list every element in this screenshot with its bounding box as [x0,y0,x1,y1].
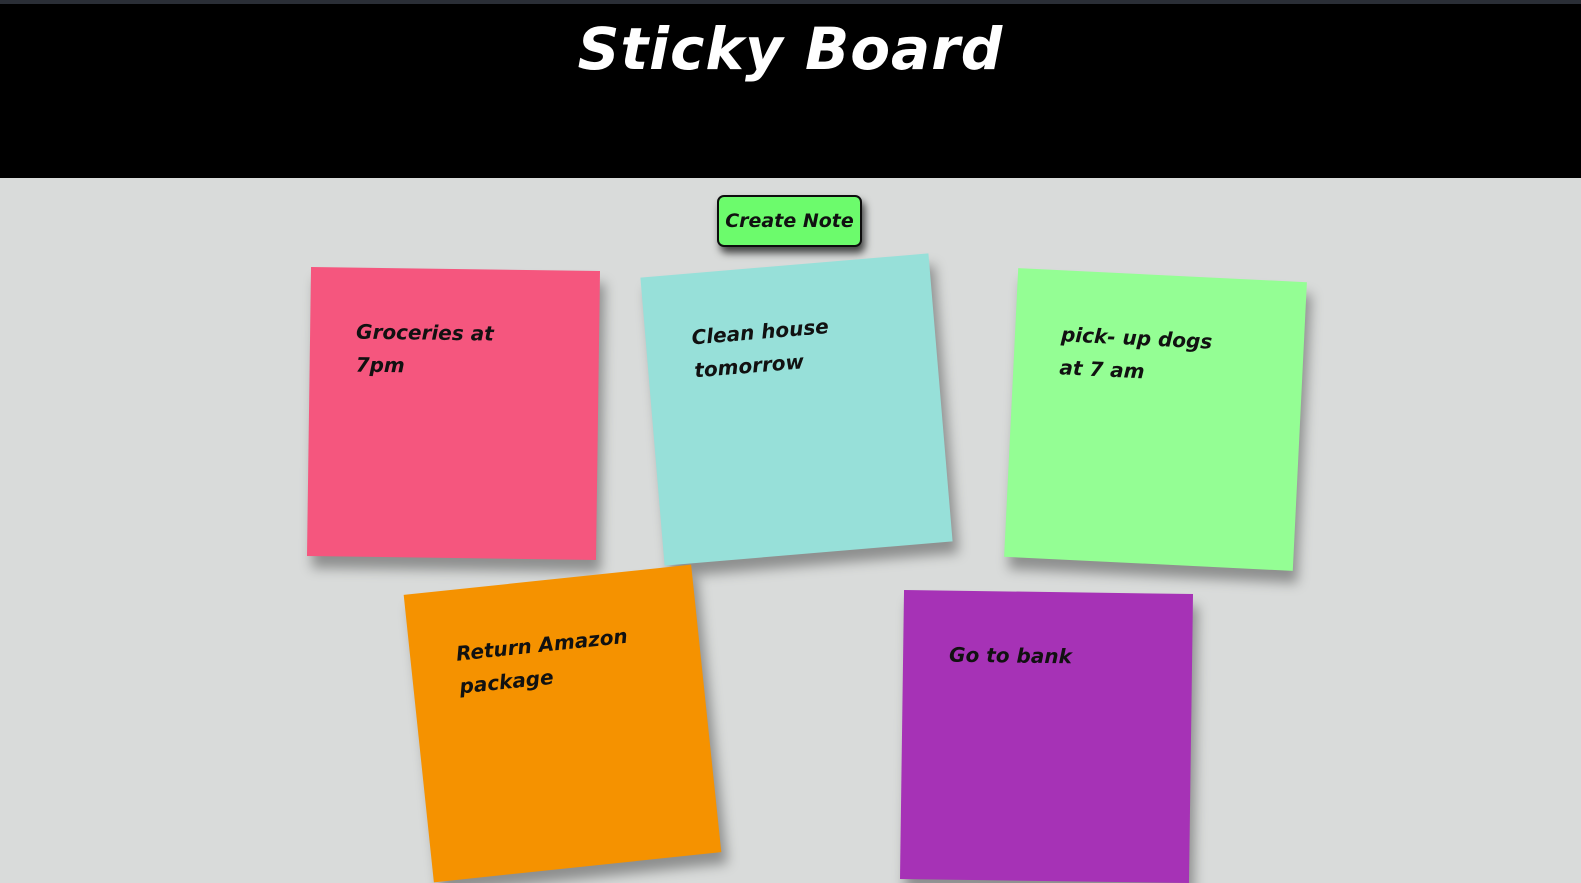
sticky-note[interactable]: Go to bank [899,589,1194,883]
sticky-note-text[interactable]: Groceries at 7pm [355,316,536,385]
create-note-button[interactable]: Create Note [717,195,862,247]
page-header: Sticky Board [0,4,1581,178]
page-title: Sticky Board [577,15,1004,83]
sticky-note-text[interactable]: pick- up dogs at 7 am [1059,318,1242,393]
sticky-note[interactable]: Clean house tomorrow [640,253,953,566]
sticky-note-text[interactable]: Return Amazon package [454,619,640,703]
sticky-note[interactable]: Groceries at 7pm [306,266,601,561]
sticky-note-text[interactable]: Clean house tomorrow [690,307,875,388]
sticky-note[interactable]: Return Amazon package [403,564,722,883]
sticky-note-text[interactable]: Go to bank [949,639,1129,675]
sticky-note[interactable]: pick- up dogs at 7 am [1004,268,1307,571]
